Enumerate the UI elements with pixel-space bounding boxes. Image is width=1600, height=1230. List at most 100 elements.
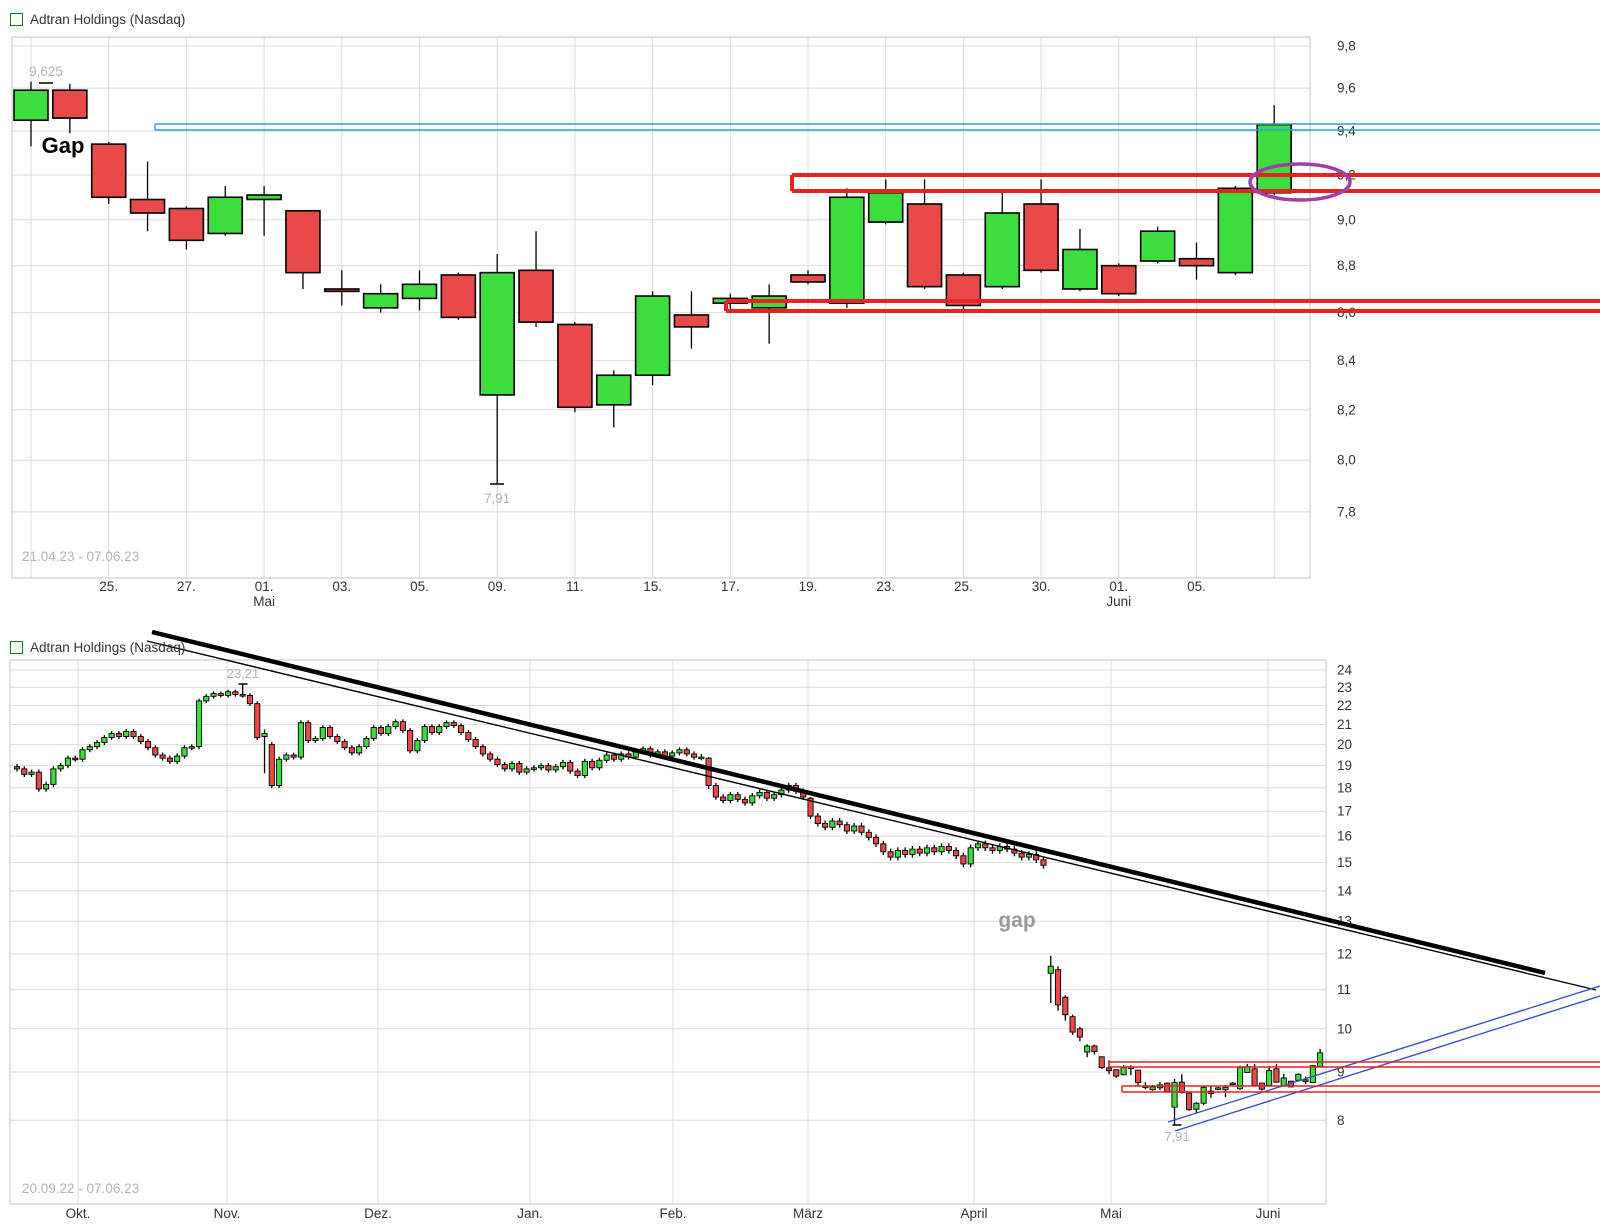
y-axis-label: 21 <box>1337 717 1352 732</box>
candle-body-up <box>422 727 427 741</box>
candle-body-up <box>597 760 602 768</box>
trendline-thin <box>147 641 1596 990</box>
candle-body-up <box>1085 1046 1090 1052</box>
y-axis-label: 7,8 <box>1337 504 1356 519</box>
candle <box>859 823 864 835</box>
candle-body-up <box>772 795 777 798</box>
candle-body-up <box>357 747 362 753</box>
candle-body-down <box>1077 1029 1082 1037</box>
candle-body-down <box>990 848 995 851</box>
candle-body-down <box>1230 1083 1235 1085</box>
candle-body-up <box>1048 966 1053 973</box>
candle-body-down <box>1024 204 1058 270</box>
candle-body-down <box>706 758 711 785</box>
candle <box>713 783 718 800</box>
x-axis-label: Feb. <box>659 1206 686 1221</box>
gap-label: gap <box>998 909 1035 932</box>
candle <box>349 745 354 755</box>
candle <box>531 765 536 771</box>
candle-body-down <box>495 759 500 764</box>
candle-body-down <box>160 755 165 758</box>
candle <box>255 701 260 739</box>
candle-body-up <box>968 848 973 864</box>
candle-series <box>14 684 1322 1125</box>
candle-body-up <box>560 762 565 766</box>
candle-body-up <box>437 727 442 733</box>
x-axis-label: 15. <box>643 579 662 594</box>
candle-body-down <box>1019 853 1024 857</box>
candle <box>1201 1086 1206 1105</box>
candle-body-up <box>109 733 114 737</box>
candle-body-down <box>1114 1070 1119 1076</box>
candle <box>568 760 573 774</box>
candle <box>51 766 56 787</box>
candle-body-down <box>519 270 553 322</box>
candle-body-up <box>1310 1066 1315 1083</box>
candle-body-down <box>1041 860 1046 865</box>
candle-body-down <box>932 848 937 852</box>
candle-body-down <box>721 797 726 801</box>
candle <box>1230 1082 1235 1085</box>
candle <box>757 790 762 799</box>
candle <box>80 747 85 761</box>
candle <box>1102 263 1136 296</box>
candle-body-down <box>517 763 522 772</box>
long-range-chart: 24232221201918171615141312111098Okt.Nov.… <box>10 632 1600 1221</box>
candle <box>386 724 391 736</box>
candle-body-down <box>378 728 383 734</box>
x-axis-label: 25. <box>99 579 118 594</box>
candle-body-down <box>1186 1093 1191 1110</box>
x-axis-label: Jan. <box>517 1206 543 1221</box>
candle-body-up <box>509 763 514 768</box>
candle <box>997 843 1002 853</box>
candle <box>1041 857 1046 869</box>
x-axis-label: 03. <box>332 579 351 594</box>
candle <box>182 745 187 758</box>
daily-chart-legend: Adtran Holdings (Nasdaq) <box>10 12 185 27</box>
candle-body-up <box>924 848 929 853</box>
candle-body-up <box>196 701 201 747</box>
candle-body-up <box>102 737 107 742</box>
candle <box>1114 1069 1119 1078</box>
y-axis-label: 23 <box>1337 680 1352 695</box>
candle-body-up <box>531 768 536 770</box>
candle-body-down <box>764 792 769 798</box>
candle-body-up <box>87 747 92 750</box>
candle <box>335 734 340 744</box>
candle <box>1063 995 1068 1020</box>
candle-body-down <box>954 850 959 855</box>
candle-body-down <box>917 849 922 853</box>
candle-body-down <box>169 208 203 240</box>
candle-body-down <box>327 728 332 737</box>
candle <box>1063 229 1097 291</box>
candle <box>284 752 289 761</box>
candle <box>830 818 835 830</box>
long-range-chart-title: Adtran Holdings (Nasdaq) <box>30 640 185 655</box>
candle-body-down <box>983 844 988 848</box>
candle <box>441 273 475 320</box>
candle-body-down <box>480 747 485 754</box>
candle-body-up <box>284 755 289 759</box>
candle-body-down <box>735 795 740 800</box>
candle-body-down <box>1063 997 1068 1014</box>
candle <box>750 793 755 806</box>
candle <box>881 841 886 855</box>
date-range: 21.04.23 - 07.06.23 <box>22 549 139 564</box>
daily-chart-title: Adtran Holdings (Nasdaq) <box>30 12 185 27</box>
candle-body-up <box>364 294 398 308</box>
candle <box>1165 1083 1170 1092</box>
candle <box>1180 243 1214 280</box>
y-axis-label: 9,6 <box>1337 81 1356 96</box>
candle-body-down <box>233 692 238 695</box>
chart-canvas: 9,89,69,49,29,08,88,68,48,28,07,825.27.0… <box>0 0 1600 1230</box>
candle-body-up <box>124 731 129 736</box>
x-axis-label: Nov. <box>214 1206 241 1221</box>
candle <box>772 792 777 801</box>
candle-body-up <box>830 821 835 827</box>
candle <box>131 162 165 231</box>
candle <box>320 725 325 741</box>
legend-swatch-icon <box>10 641 23 654</box>
x-axis-label: 30. <box>1032 579 1051 594</box>
candle <box>502 762 507 772</box>
candle-body-down <box>92 144 126 197</box>
